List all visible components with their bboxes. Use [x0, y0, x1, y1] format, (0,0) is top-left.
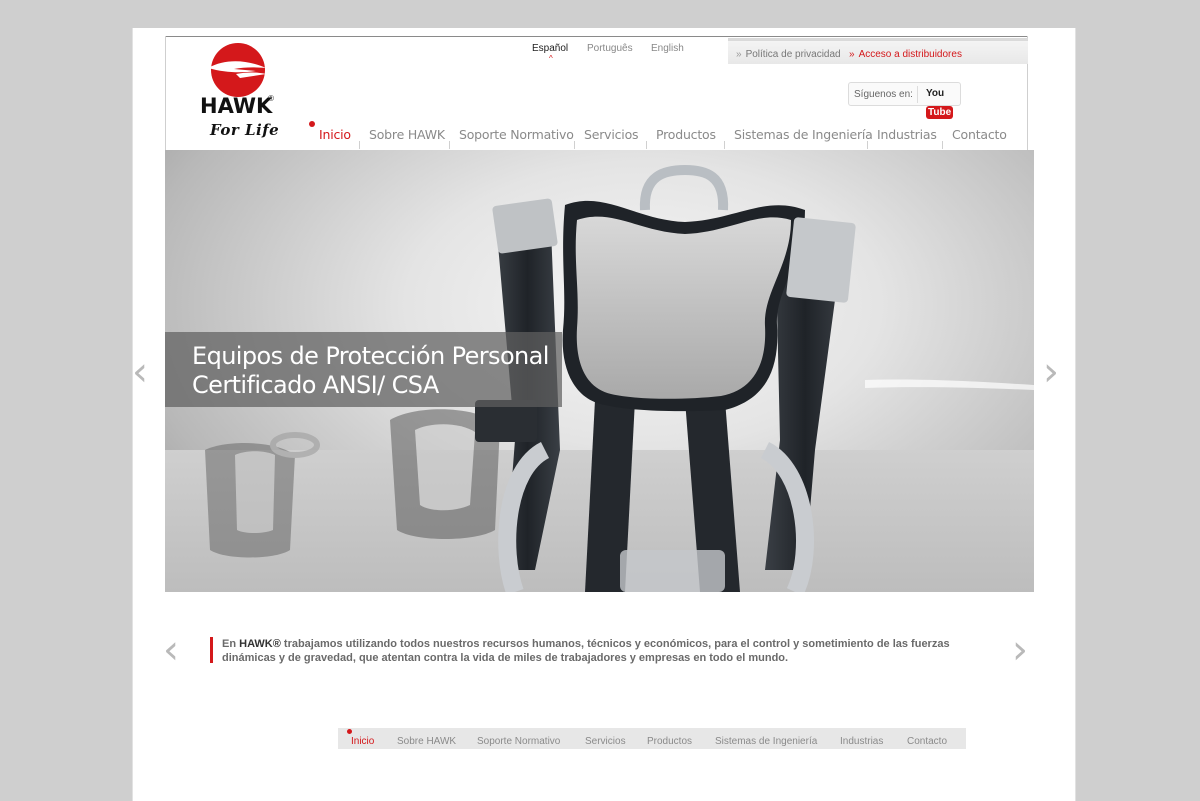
nav-item-contacto[interactable]: Contacto: [952, 127, 1007, 142]
youtube-tube-text: Tube: [926, 106, 954, 119]
lang-english[interactable]: English: [651, 43, 684, 54]
footer-nav-inicio[interactable]: Inicio: [351, 736, 374, 747]
intro-text: En HAWK® trabajamos utilizando todos nue…: [222, 637, 972, 665]
intro-accent-bar: [210, 637, 213, 663]
intro-body: trabajamos utilizando todos nuestros rec…: [222, 638, 950, 664]
youtube-you-text: You: [926, 88, 945, 99]
nav-item-soporte-normativo[interactable]: Soporte Normativo: [459, 127, 574, 142]
nav-item-sistemas-ingenieria[interactable]: Sistemas de Ingeniería: [734, 127, 873, 142]
footer-nav-productos[interactable]: Productos: [647, 736, 692, 747]
hero-caption-line1: Equipos de Protección Personal: [192, 342, 549, 370]
hawk-logo[interactable]: HAWK ® For Life: [196, 42, 286, 142]
nav-separator: [359, 141, 360, 149]
logo-tagline: For Life: [210, 121, 280, 139]
header-left-rule: [165, 36, 166, 150]
footer-nav-industrias[interactable]: Industrias: [840, 736, 883, 747]
intro-brand: HAWK®: [239, 638, 281, 650]
footer-nav: Inicio Sobre HAWK Soporte Normativo Serv…: [338, 728, 966, 749]
social-follow-box: Síguenos en: You Tube: [848, 82, 961, 119]
hero-caption-text: Equipos de Protección Personal Certifica…: [192, 342, 549, 400]
hero-caption-line2: Certificado ANSI/ CSA: [192, 371, 439, 399]
lang-espanol[interactable]: Español: [532, 43, 568, 54]
nav-item-sobre-hawk[interactable]: Sobre HAWK: [369, 127, 445, 142]
footer-nav-sistemas-ingenieria[interactable]: Sistemas de Ingeniería: [715, 736, 817, 747]
lang-portugues[interactable]: Português: [587, 43, 633, 54]
logo-registered-mark: ®: [268, 94, 274, 103]
logo-wordmark: HAWK: [200, 94, 273, 118]
footer-nav-contacto[interactable]: Contacto: [907, 736, 947, 747]
privacy-policy-label: Política de privacidad: [745, 49, 841, 60]
header-top-rule: [165, 36, 1028, 37]
nav-item-servicios[interactable]: Servicios: [584, 127, 639, 142]
footer-nav-active-dot-icon: [347, 729, 352, 734]
intro-prefix: En: [222, 638, 240, 650]
nav-item-inicio[interactable]: Inicio: [319, 127, 351, 142]
active-language-caret-icon: ^: [549, 54, 553, 63]
social-label: Síguenos en:: [854, 89, 913, 100]
nav-separator: [574, 141, 575, 149]
nav-separator: [449, 141, 450, 149]
chevron-right-icon: »: [849, 49, 855, 60]
nav-item-productos[interactable]: Productos: [656, 127, 716, 142]
hero-prev-arrow-icon[interactable]: ‹: [132, 352, 148, 392]
main-nav: Inicio Sobre HAWK Soporte Normativo Serv…: [308, 122, 1028, 148]
nav-separator: [724, 141, 725, 149]
nav-separator: [867, 141, 868, 149]
nav-separator: [646, 141, 647, 149]
footer-nav-sobre-hawk[interactable]: Sobre HAWK: [397, 736, 456, 747]
chevron-right-icon: »: [736, 49, 742, 60]
footer-nav-servicios[interactable]: Servicios: [585, 736, 626, 747]
distributor-access-label: Acceso a distribuidores: [858, 49, 962, 60]
distributor-access-link[interactable]: » Acceso a distribuidores: [849, 49, 962, 60]
nav-separator: [942, 141, 943, 149]
nav-item-industrias[interactable]: Industrias: [877, 127, 937, 142]
hero-caption: Equipos de Protección Personal Certifica…: [165, 332, 562, 407]
hawk-emblem-icon: [208, 43, 266, 97]
social-divider: [917, 86, 918, 103]
utility-bar: » Política de privacidad » Acceso a distri…: [728, 38, 1028, 64]
youtube-icon[interactable]: You Tube: [926, 88, 960, 119]
privacy-policy-link[interactable]: » Política de privacidad: [736, 49, 841, 60]
footer-nav-soporte-normativo[interactable]: Soporte Normativo: [477, 736, 560, 747]
hero-next-arrow-icon[interactable]: ›: [1043, 352, 1059, 392]
intro-next-arrow-icon[interactable]: ›: [1012, 630, 1028, 670]
intro-prev-arrow-icon[interactable]: ‹: [163, 630, 179, 670]
